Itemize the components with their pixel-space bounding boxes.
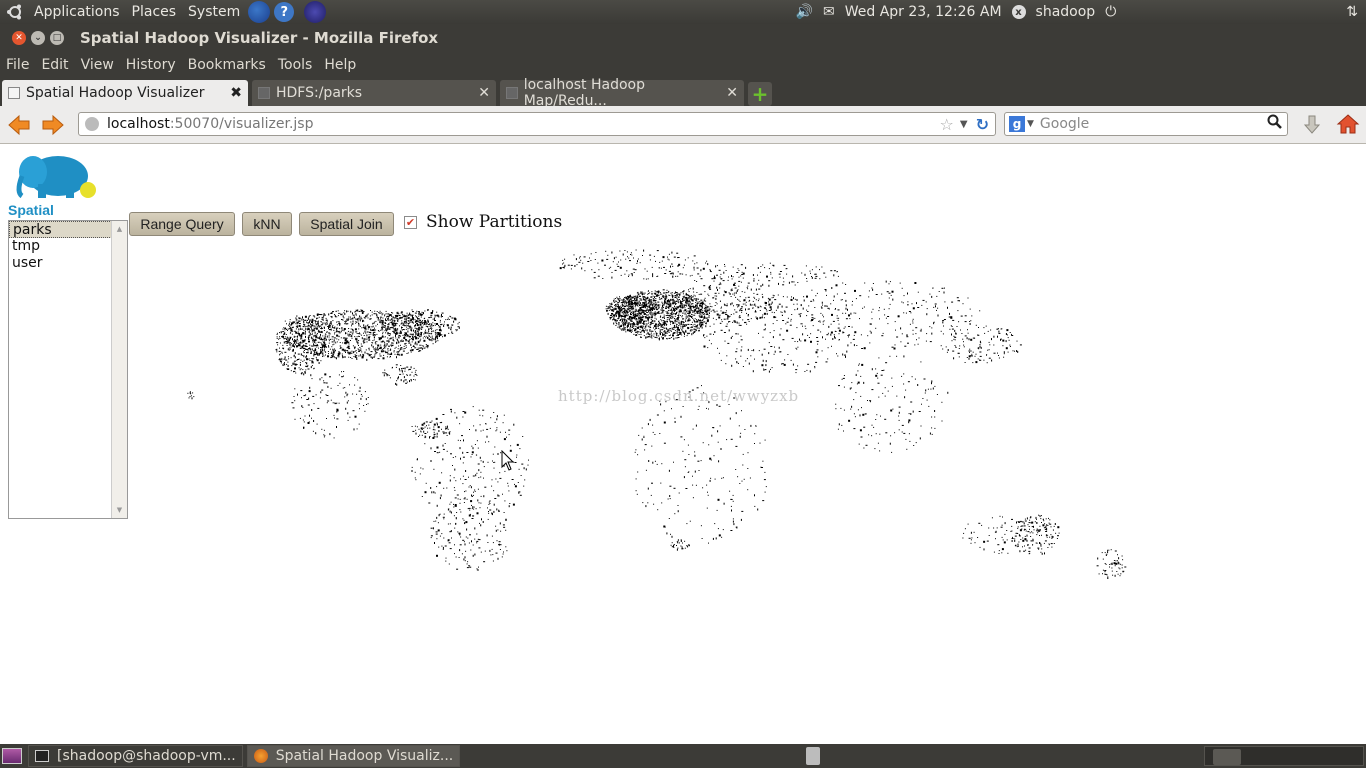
search-input[interactable]: Google	[1040, 116, 1089, 132]
parks-map[interactable]	[0, 144, 1366, 744]
menu-history[interactable]: History	[120, 57, 182, 73]
firefox-launcher-icon[interactable]	[248, 1, 271, 23]
downloads-icon[interactable]	[1300, 113, 1324, 141]
reload-icon[interactable]: ↻	[976, 115, 989, 134]
window-title: Spatial Hadoop Visualizer - Mozilla Fire…	[80, 29, 439, 47]
search-icon[interactable]	[1267, 114, 1283, 134]
panel-menus: Applications Places System ?	[0, 1, 327, 23]
network-icon[interactable]: ⇅	[1346, 4, 1358, 20]
engine-dropdown-icon[interactable]: ▼	[1027, 119, 1034, 129]
terminal-icon	[35, 750, 49, 762]
site-identity-icon[interactable]	[85, 117, 99, 131]
applications-menu[interactable]: Applications	[28, 4, 126, 20]
menu-file[interactable]: File	[0, 57, 35, 73]
taskbar-terminal[interactable]: [shadoop@shadoop-vm...	[28, 745, 243, 767]
back-arrow-icon[interactable]	[6, 112, 32, 138]
search-bar[interactable]: g ▼ Google	[1004, 112, 1288, 136]
close-tab-icon[interactable]: ✕	[478, 85, 490, 101]
home-icon[interactable]	[1336, 112, 1360, 140]
maximize-window-icon[interactable]: □	[50, 31, 64, 45]
trash-icon[interactable]	[806, 747, 820, 765]
tab-label: HDFS:/parks	[276, 85, 363, 101]
menu-help[interactable]: Help	[318, 57, 362, 73]
url-path: :50070/visualizer.jsp	[169, 116, 314, 132]
power-icon[interactable]: ⏻	[1105, 4, 1116, 20]
navigation-bar: localhost:50070/visualizer.jsp ☆ ▼ ↻ g ▼…	[0, 106, 1366, 144]
taskbar-label: Spatial Hadoop Visualiz...	[275, 748, 454, 764]
bookmark-star-icon[interactable]: ☆	[940, 115, 954, 134]
tab-hadoop-mapreduce[interactable]: localhost Hadoop Map/Redu... ✕	[500, 77, 744, 109]
page-favicon-icon	[8, 87, 20, 99]
clock[interactable]: Wed Apr 23, 12:26 AM	[845, 4, 1002, 20]
user-name[interactable]: shadoop	[1036, 4, 1096, 20]
tab-visualizer[interactable]: Spatial Hadoop Visualizer ✖	[2, 80, 248, 106]
user-status-icon[interactable]: x	[1011, 5, 1026, 19]
mouse-cursor-icon	[501, 449, 515, 476]
panel-indicators: 🔊 ✉ Wed Apr 23, 12:26 AM x shadoop ⏻ ⇅	[796, 4, 1366, 20]
ubuntu-logo-icon[interactable]	[6, 3, 24, 21]
volume-icon[interactable]: 🔊	[796, 4, 813, 20]
tab-label: Spatial Hadoop Visualizer	[26, 85, 205, 101]
url-host: localhost	[107, 116, 170, 132]
minimize-window-icon[interactable]: ⌄	[31, 31, 45, 45]
workspace-firefox-icon	[1213, 749, 1241, 765]
address-bar[interactable]: localhost:50070/visualizer.jsp ☆ ▼ ↻	[78, 112, 996, 136]
close-window-icon[interactable]: ✕	[12, 31, 26, 45]
close-tab-icon[interactable]: ✕	[726, 85, 738, 101]
tab-label: localhost Hadoop Map/Redu...	[523, 77, 646, 109]
window-titlebar[interactable]: ✕ ⌄ □ Spatial Hadoop Visualizer - Mozill…	[0, 24, 1366, 52]
firefox-icon	[253, 749, 268, 763]
workspace-switcher[interactable]	[1204, 746, 1364, 766]
tab-hdfs-parks[interactable]: HDFS:/parks ✕	[252, 80, 496, 106]
history-dropdown-icon[interactable]: ▼	[960, 119, 968, 130]
menu-bookmarks[interactable]: Bookmarks	[182, 57, 272, 73]
new-tab-button[interactable]: +	[748, 82, 772, 106]
page-favicon-icon	[506, 87, 518, 99]
page-favicon-icon	[258, 87, 270, 99]
help-icon[interactable]: ?	[274, 2, 295, 22]
close-tab-icon[interactable]: ✖	[230, 85, 242, 101]
top-panel: Applications Places System ? 🔊 ✉ Wed Apr…	[0, 0, 1366, 24]
bottom-panel: [shadoop@shadoop-vm... Spatial Hadoop Vi…	[0, 744, 1366, 768]
tab-bar: Spatial Hadoop Visualizer ✖ HDFS:/parks …	[0, 77, 1366, 109]
watermark-text: http://blog.csdn.net/wwyzxb	[558, 387, 800, 405]
show-desktop-icon[interactable]	[2, 748, 22, 764]
menu-bar: File Edit View History Bookmarks Tools H…	[0, 52, 1366, 78]
taskbar-firefox[interactable]: Spatial Hadoop Visualiz...	[246, 745, 461, 767]
menu-view[interactable]: View	[75, 57, 120, 73]
forward-arrow-icon[interactable]	[40, 112, 66, 138]
mail-icon[interactable]: ✉	[823, 4, 835, 20]
eclipse-launcher-icon[interactable]	[304, 1, 327, 23]
taskbar-label: [shadoop@shadoop-vm...	[57, 748, 236, 764]
menu-edit[interactable]: Edit	[35, 57, 74, 73]
google-engine-icon[interactable]: g	[1009, 116, 1025, 132]
system-menu[interactable]: System	[182, 4, 246, 20]
menu-tools[interactable]: Tools	[272, 57, 319, 73]
places-menu[interactable]: Places	[126, 4, 183, 20]
page-content: Spatial Hadoop parks tmp user ▲ ▼ Range …	[0, 144, 1366, 744]
